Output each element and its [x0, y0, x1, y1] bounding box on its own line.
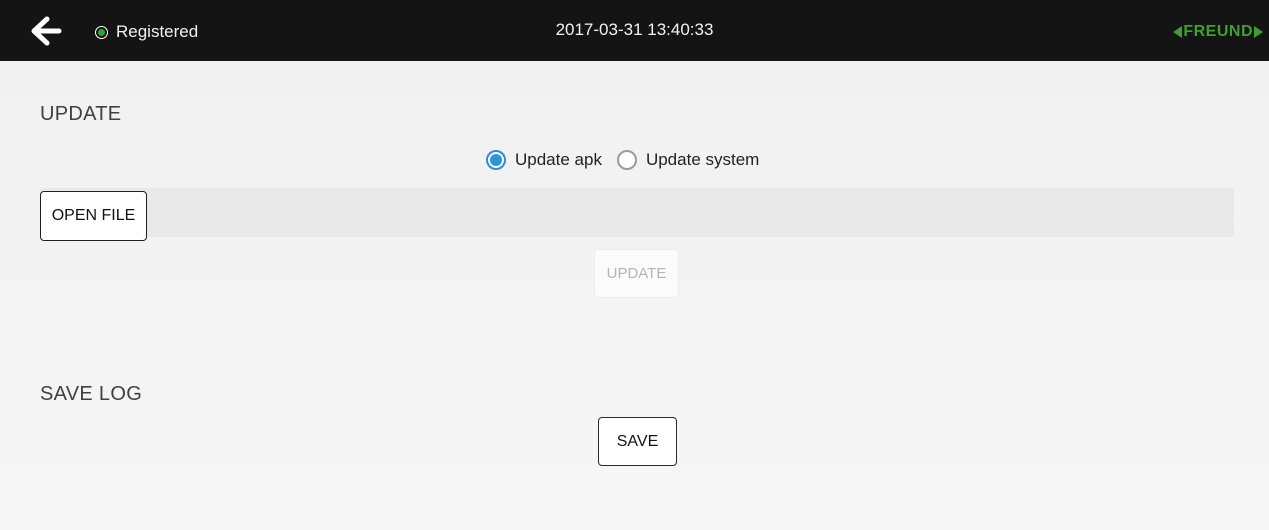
radio-label-update-system: Update system — [645, 150, 760, 169]
freund-logo: FREUND — [1173, 22, 1263, 42]
update-section-title: UPDATE — [40, 103, 122, 125]
selected-file-field — [40, 188, 1234, 237]
radio-update-apk[interactable]: Update apk — [486, 150, 602, 170]
logo-right-triangle — [1254, 26, 1263, 38]
main-content: UPDATE Update apk Update system OPEN FIL… — [0, 61, 1269, 530]
top-bar: Registered 2017-03-31 13:40:33 FREUND — [0, 0, 1269, 61]
save-button[interactable]: SAVE — [598, 417, 677, 466]
datetime: 2017-03-31 13:40:33 — [555, 20, 714, 39]
radio-update-system[interactable]: Update system — [616, 150, 760, 170]
logo-text: FREUND — [1183, 23, 1253, 40]
save-log-section-title: SAVE LOG — [40, 383, 143, 405]
radio-label-update-apk: Update apk — [515, 150, 602, 169]
radio-checked-icon — [486, 150, 506, 170]
update-type-radio-group: Update apk Update system — [486, 150, 759, 170]
update-button[interactable]: UPDATE — [594, 249, 679, 298]
open-file-button[interactable]: OPEN FILE — [40, 191, 147, 241]
logo-left-triangle — [1173, 26, 1183, 38]
radio-unchecked-icon — [616, 150, 637, 170]
